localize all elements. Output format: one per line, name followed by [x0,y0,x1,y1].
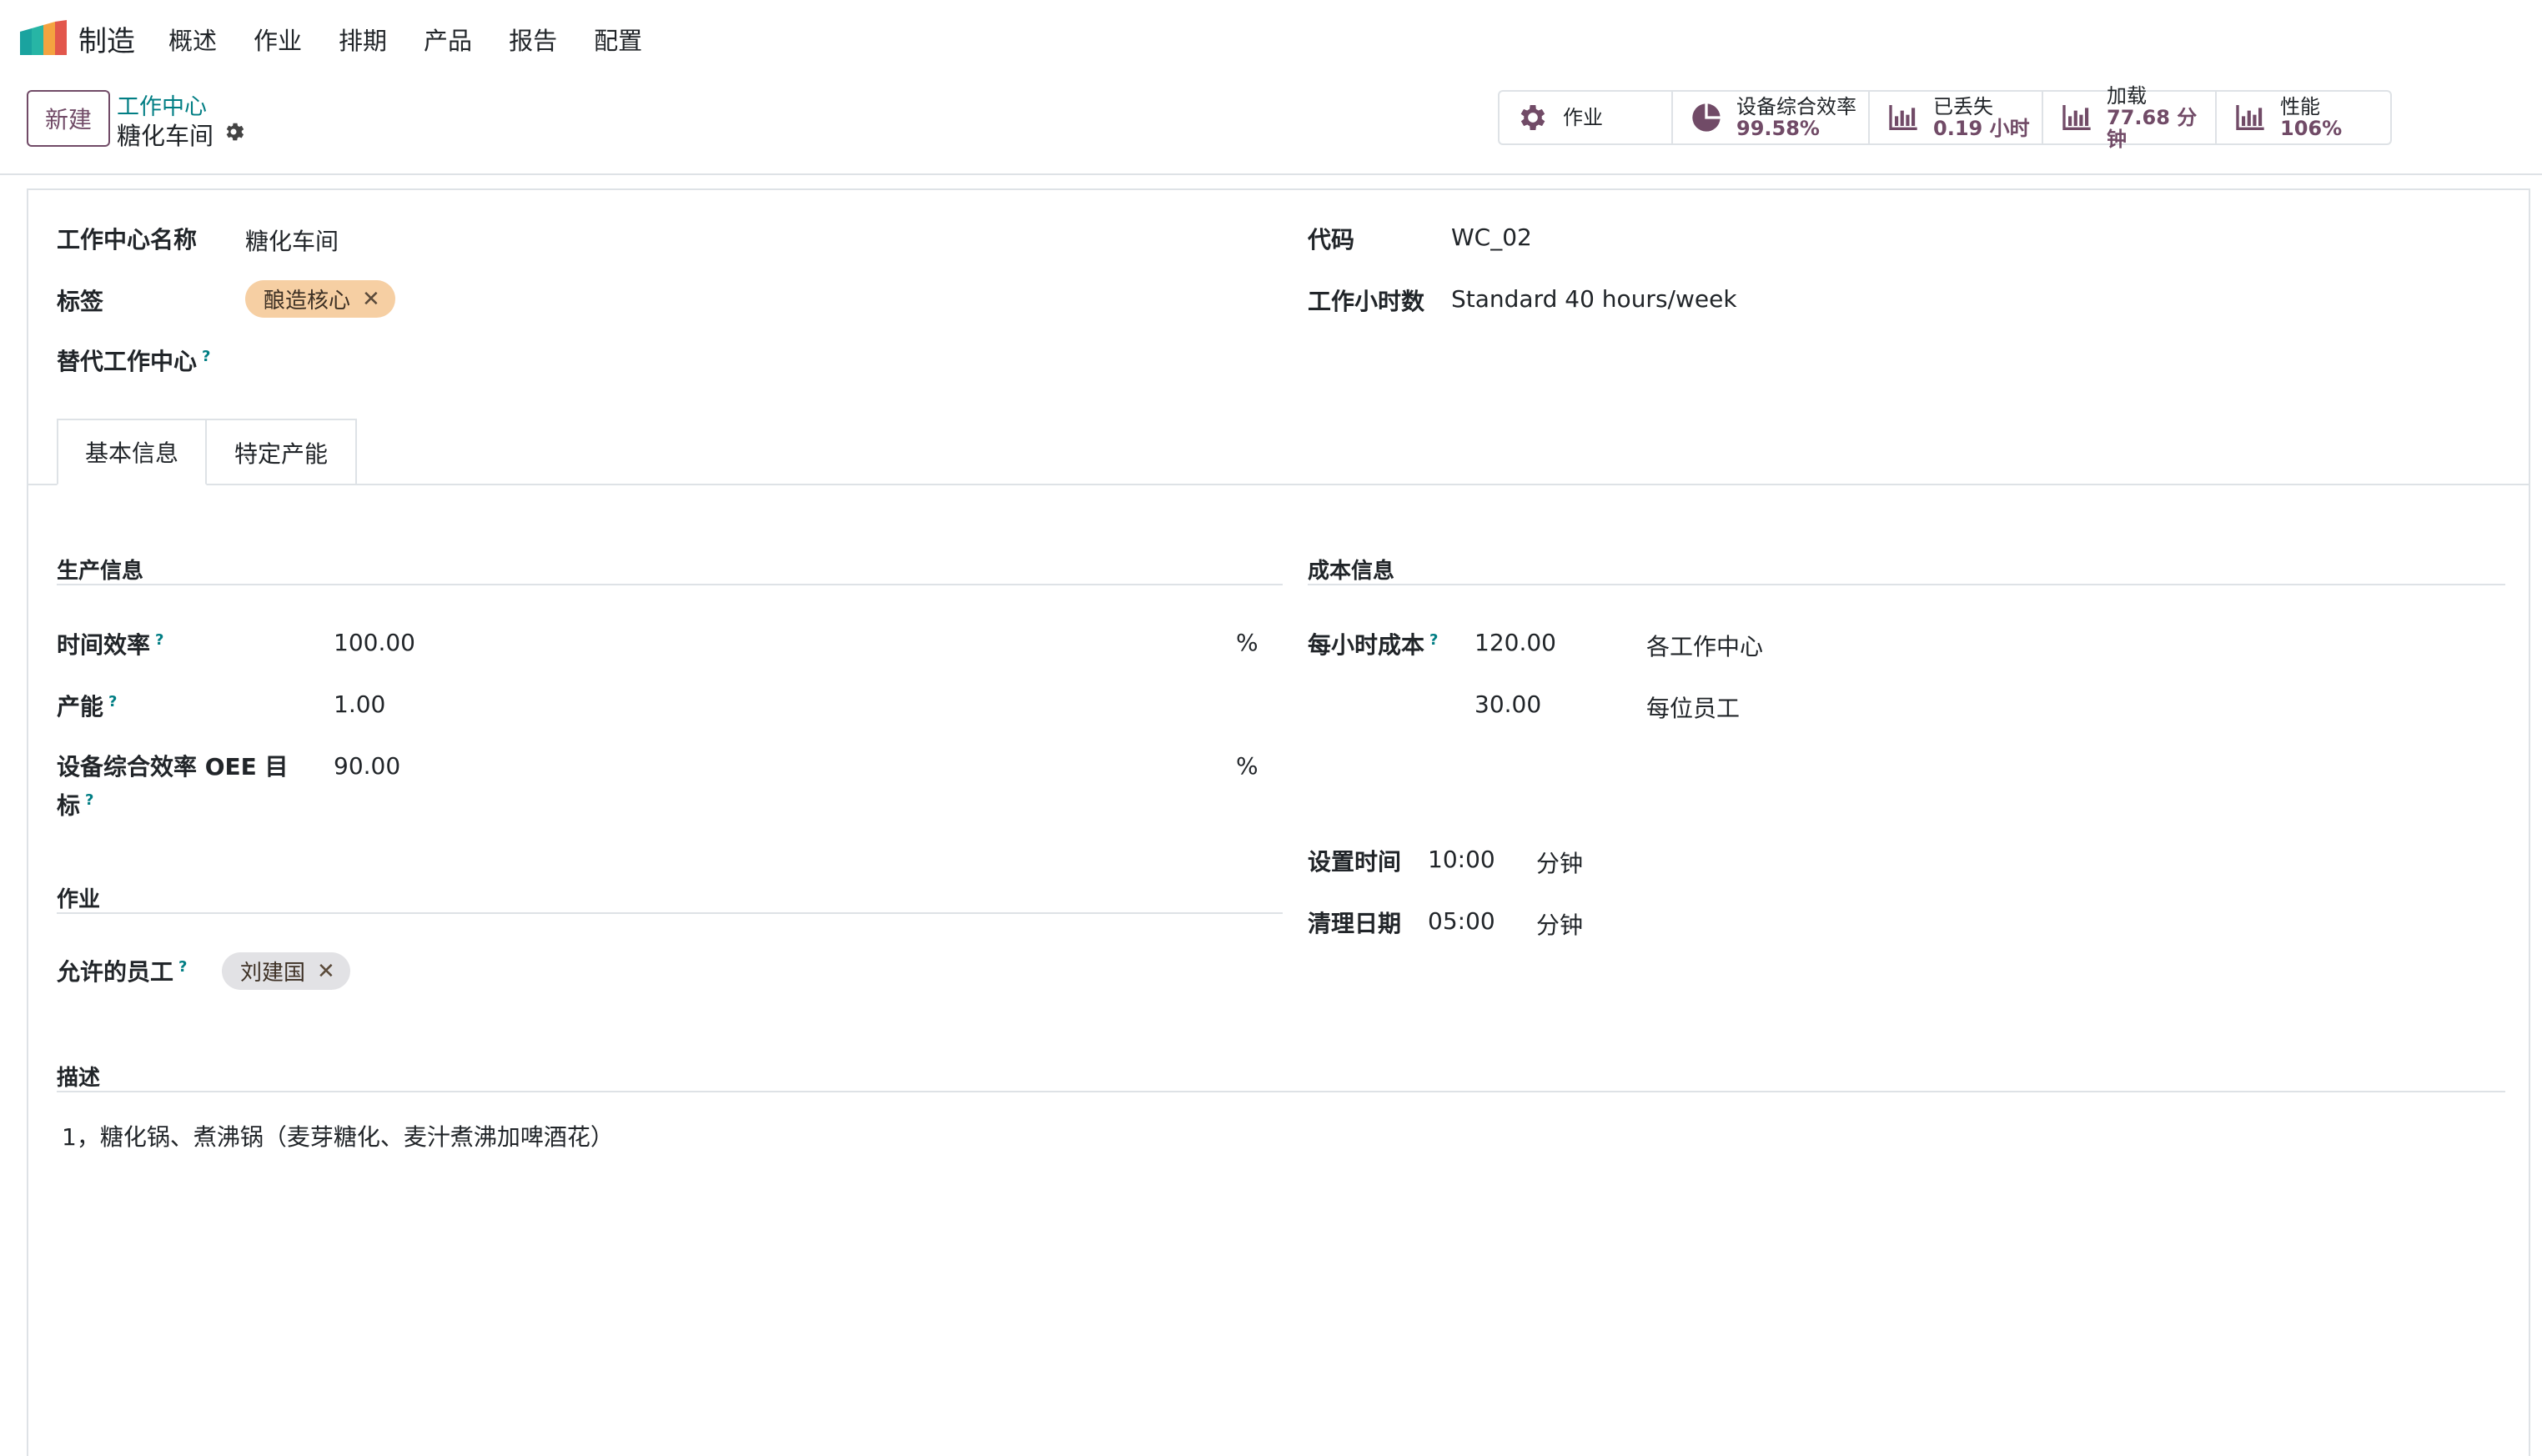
allowed-employees-label-text: 允许的员工 [57,958,174,986]
stat-value: 77.68 分钟 [2107,106,2198,151]
tab-specific-capacities[interactable]: 特定产能 [207,419,357,485]
capacity-label-text: 产能 [57,693,104,720]
employee-cost-field[interactable]: 30.00 [1474,690,1541,718]
percent-unit: % [1236,629,1258,656]
percent-unit: % [1236,752,1258,780]
smart-buttons: 作业 设备综合效率 99.58% 已丢失 0.19 小时 加载 77.68 分钟 [1498,85,2392,150]
hourly-cost-label: 每小时成本? [1308,627,1438,660]
setup-time-unit: 分钟 [1536,850,1584,877]
cleanup-time-unit: 分钟 [1536,911,1584,939]
manufacturing-app-icon[interactable] [20,20,67,55]
section-divider [57,1091,2505,1092]
production-section-title: 生产信息 [57,559,144,584]
stat-value: 0.19 小时 [1933,117,2030,140]
oee-target-label: 设备综合效率 OEE 目 标? [57,751,307,822]
menu-planning[interactable]: 排期 [339,22,387,57]
new-button[interactable]: 新建 [27,90,110,147]
tag-label: 酿造核心 [264,289,351,314]
tag-badge: 酿造核心 ✕ [245,280,395,318]
employee-cost-unit: 每位员工 [1646,695,1741,722]
menu-reporting[interactable]: 报告 [509,22,557,57]
help-icon[interactable]: ? [155,631,163,649]
cleanup-time-label: 清理日期 [1308,910,1402,937]
tab-general-info[interactable]: 基本信息 [57,419,207,485]
pie-chart-icon [1692,103,1721,132]
gear-icon [1520,105,1545,130]
stat-load-button[interactable]: 加载 77.68 分钟 [2043,85,2217,150]
cost-section-title: 成本信息 [1308,559,1395,584]
employee-tag: 刘建国 ✕ [222,952,350,990]
capacity-label: 产能? [57,689,117,722]
help-icon[interactable]: ? [202,348,210,365]
main-menu: 概述 作业 排期 产品 报告 配置 [168,22,642,57]
section-divider [1308,584,2505,585]
stat-lost-button[interactable]: 已丢失 0.19 小时 [1870,92,2043,143]
close-icon[interactable]: ✕ [317,959,335,984]
stat-operations-button[interactable]: 作业 [1500,92,1673,143]
top-navbar: 制造 概述 作业 排期 产品 报告 配置 [0,0,2542,77]
menu-configuration[interactable]: 配置 [594,22,642,57]
stat-label: 加载 [2107,84,2147,108]
section-divider [57,584,1283,585]
section-divider [57,912,1283,914]
working-hours-label: 工作小时数 [1308,288,1425,315]
stat-label: 已丢失 [1933,95,1993,118]
menu-products[interactable]: 产品 [424,22,472,57]
menu-overview[interactable]: 概述 [168,22,217,57]
stat-label: 设备综合效率 [1736,95,1856,118]
app-name[interactable]: 制造 [78,18,135,59]
description-text[interactable]: 1，糖化锅、煮沸锅（麦芽糖化、麦汁煮沸加啤酒花） [62,1119,614,1152]
tags-label: 标签 [57,288,104,315]
help-icon[interactable]: ? [178,958,187,976]
menu-operations[interactable]: 作业 [254,22,302,57]
stat-performance-button[interactable]: 性能 106% [2217,92,2390,143]
capacity-field[interactable]: 1.00 [334,690,385,718]
stat-label: 性能 [2280,95,2320,118]
description-section-title: 描述 [57,1066,101,1091]
tabs-divider [28,484,2530,485]
stat-value: 106% [2280,117,2343,140]
time-efficiency-label-text: 时间效率 [57,631,151,659]
setup-time-field[interactable]: 10:00 [1428,846,1495,873]
alternative-workcenter-label: 替代工作中心? [57,344,210,377]
control-panel-divider [0,173,2542,175]
employee-tag-label: 刘建国 [240,961,306,986]
close-icon[interactable]: ✕ [362,287,380,312]
name-label: 工作中心名称 [57,226,198,254]
hourly-cost-field[interactable]: 120.00 [1474,629,1556,656]
help-icon[interactable]: ? [1429,631,1438,649]
breadcrumb-current: 糖化车间 [117,122,214,150]
hourly-cost-label-text: 每小时成本 [1308,631,1425,659]
allowed-employees-label: 允许的员工? [57,954,187,987]
gear-icon[interactable] [222,120,245,143]
stat-oee-button[interactable]: 设备综合效率 99.58% [1673,92,1870,143]
bar-chart-icon [2062,105,2091,130]
oee-target-label-line2: 标 [57,791,81,820]
working-hours-field[interactable]: Standard 40 hours/week [1451,285,1737,313]
bar-chart-icon [2236,105,2264,130]
time-efficiency-label: 时间效率? [57,627,163,660]
form-sheet: 工作中心名称 糖化车间 标签 酿造核心 ✕ 替代工作中心? 代码 WC_02 工… [27,188,2530,1456]
setup-time-label: 设置时间 [1308,848,1402,876]
stat-value: 99.58% [1736,117,1820,140]
code-label: 代码 [1308,226,1355,254]
stat-label: 作业 [1563,106,1603,129]
hourly-cost-unit: 各工作中心 [1646,633,1764,660]
code-field[interactable]: WC_02 [1451,223,1532,251]
help-icon[interactable]: ? [85,791,93,809]
name-field[interactable]: 糖化车间 [245,223,339,257]
bar-chart-icon [1889,105,1917,130]
help-icon[interactable]: ? [108,693,117,710]
time-efficiency-field[interactable]: 100.00 [334,629,415,656]
cleanup-time-field[interactable]: 05:00 [1428,907,1495,935]
alternative-workcenter-label-text: 替代工作中心 [57,348,198,375]
oee-target-field[interactable]: 90.00 [334,752,400,780]
operations-section-title: 作业 [57,887,101,912]
oee-target-label-line1: 设备综合效率 OEE 目 [57,753,289,781]
